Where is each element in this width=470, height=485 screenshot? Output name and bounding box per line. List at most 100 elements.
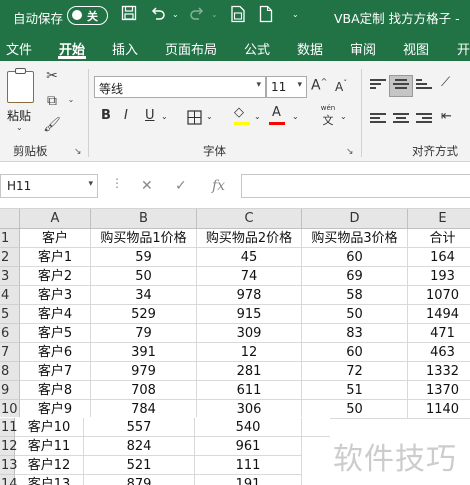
table-cell[interactable]: 1494 [408,305,470,324]
font-name-dropdown[interactable]: 等线 ▾ [94,76,266,98]
row-header[interactable]: 7 [0,343,20,362]
row-header[interactable]: 12 [0,437,18,456]
table-cell[interactable]: 961 [195,437,302,456]
redo-caret-icon[interactable]: ⌄ [211,10,218,19]
redo-icon[interactable] [188,5,206,27]
table-cell[interactable]: 193 [408,267,470,286]
column-header-d[interactable]: D [302,209,408,229]
paste-caret-icon[interactable]: ⌄ [16,123,23,132]
formula-input[interactable] [241,174,470,198]
font-launcher-icon[interactable]: ↘ [346,147,354,157]
row-header[interactable]: 9 [0,381,20,400]
customize-caret-icon[interactable]: ⌄ [292,10,299,19]
tab-file[interactable]: 文件 [6,39,32,58]
tab-review[interactable]: 审阅 [350,39,376,58]
table-cell[interactable]: 50 [302,305,408,324]
table-cell[interactable]: 83 [302,324,408,343]
autosave-toggle[interactable]: 关 [67,6,108,25]
row-header[interactable]: 5 [0,305,20,324]
undo-icon[interactable] [149,5,167,27]
align-center-icon[interactable] [393,113,409,127]
table-cell[interactable]: 164 [408,248,470,267]
insert-function-icon[interactable]: fx [212,178,225,194]
table-cell[interactable]: 45 [197,248,302,267]
column-header-b[interactable]: B [91,209,197,229]
table-cell[interactable]: 74 [197,267,302,286]
table-cell[interactable]: 客户12 [15,456,84,475]
row-header[interactable]: 1 [0,229,20,248]
table-cell[interactable]: 客户 [20,229,91,248]
font-size-dropdown[interactable]: 11 ▾ [266,76,307,98]
copy-caret-icon[interactable]: ⌄ [62,95,80,104]
format-painter-icon[interactable]: 🖌 [43,117,61,133]
worksheet-grid[interactable]: A B C D E 1 客户 购买物品1价格 购买物品2价格 购买物品3价格 合计 2 客户1… [0,209,470,485]
name-box[interactable]: H11 ▾ [0,174,98,198]
table-cell[interactable]: 1370 [408,381,470,400]
table-cell[interactable]: 客户8 [20,381,91,400]
table-cell[interactable]: 客户5 [20,324,91,343]
orientation-icon[interactable]: ⟋ [441,75,450,90]
align-bottom-icon[interactable] [416,79,432,93]
table-cell[interactable]: 391 [91,343,197,362]
fill-caret-icon[interactable]: ⌄ [254,112,261,121]
table-cell[interactable]: 824 [84,437,195,456]
table-cell[interactable]: 1332 [408,362,470,381]
table-cell[interactable]: 客户7 [20,362,91,381]
indent-icon[interactable]: ⇤ [441,109,452,124]
row-header[interactable]: 3 [0,267,20,286]
table-cell[interactable]: 客户6 [20,343,91,362]
table-cell[interactable]: 915 [197,305,302,324]
underline-icon[interactable]: U [145,108,155,123]
table-cell[interactable]: 购买物品3价格 [302,229,408,248]
table-cell[interactable]: 59 [91,248,197,267]
save-icon[interactable] [120,5,138,27]
empty-cell[interactable] [302,418,330,437]
fill-color-icon[interactable]: ◇ [234,105,244,120]
table-cell[interactable]: 471 [408,324,470,343]
tab-page-layout[interactable]: 页面布局 [165,39,217,58]
table-cell[interactable]: 客户11 [15,437,84,456]
table-cell[interactable]: 309 [197,324,302,343]
undo-caret-icon[interactable]: ⌄ [172,10,179,19]
table-cell[interactable]: 客户3 [20,286,91,305]
table-cell[interactable]: 708 [91,381,197,400]
tab-data[interactable]: 数据 [297,39,323,58]
decrease-font-icon[interactable]: Aˇ [335,79,347,94]
table-cell[interactable]: 客户2 [20,267,91,286]
select-all-corner[interactable] [0,209,20,229]
underline-caret-icon[interactable]: ⌄ [161,112,168,121]
row-header[interactable]: 4 [0,286,20,305]
table-cell[interactable]: 51 [302,381,408,400]
borders-icon[interactable] [187,110,202,129]
borders-caret-icon[interactable]: ⌄ [206,112,213,121]
table-cell[interactable]: 281 [197,362,302,381]
table-cell[interactable]: 540 [195,418,302,437]
table-cell[interactable]: 34 [91,286,197,305]
table-cell[interactable]: 879 [84,475,195,485]
form-icon[interactable] [229,5,247,27]
new-doc-icon[interactable] [257,5,275,27]
increase-font-icon[interactable]: A^ [311,77,327,94]
paste-button[interactable]: 粘贴 [7,107,31,124]
table-cell[interactable]: 12 [197,343,302,362]
table-cell[interactable]: 191 [195,475,302,485]
row-header[interactable]: 8 [0,362,20,381]
cut-icon[interactable]: ✂ [43,68,61,84]
table-cell[interactable]: 79 [91,324,197,343]
tab-formulas[interactable]: 公式 [244,39,270,58]
row-header[interactable]: 11 [0,418,18,437]
row-header[interactable]: 13 [0,456,18,475]
table-cell[interactable]: 557 [84,418,195,437]
table-cell[interactable]: 50 [91,267,197,286]
table-cell[interactable]: 客户4 [20,305,91,324]
table-cell[interactable]: 979 [91,362,197,381]
table-cell[interactable]: 72 [302,362,408,381]
phonetic-caret-icon[interactable]: ⌄ [340,112,347,121]
paste-icon[interactable] [7,68,34,103]
table-cell[interactable]: 69 [302,267,408,286]
table-cell[interactable]: 463 [408,343,470,362]
column-header-c[interactable]: C [197,209,302,229]
copy-icon[interactable]: ⧉ [43,93,61,109]
table-cell[interactable]: 1070 [408,286,470,305]
align-top-icon[interactable] [370,79,386,93]
